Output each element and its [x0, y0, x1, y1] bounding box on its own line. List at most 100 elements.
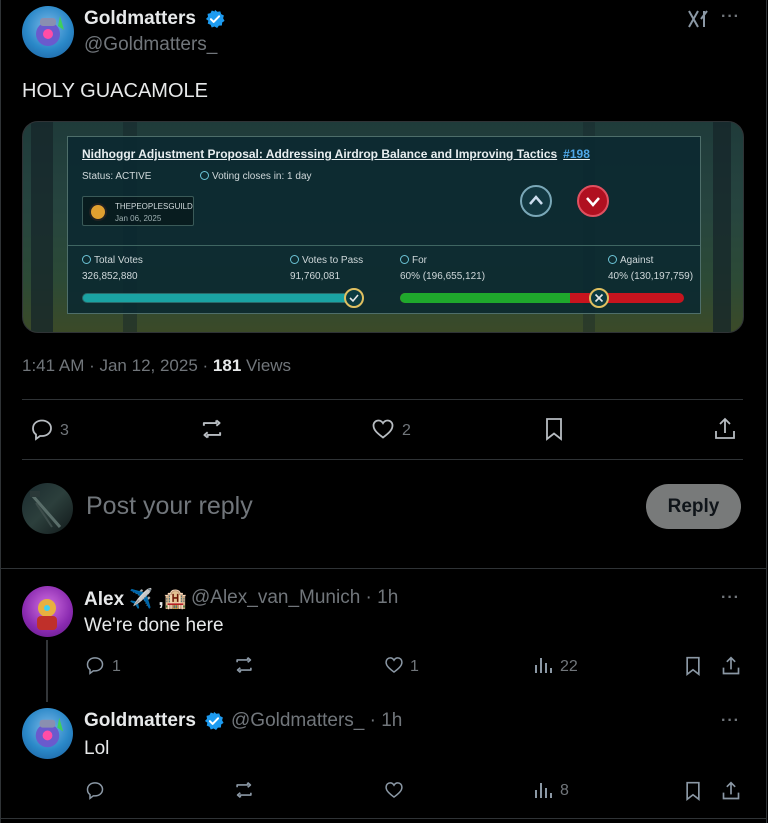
proposal-title[interactable]: Nidhoggr Adjustment Proposal: Addressing… — [82, 147, 590, 161]
chevron-up-icon — [529, 195, 543, 205]
verified-badge-icon — [205, 9, 225, 29]
post-timestamp[interactable]: 1:41 AM · Jan 12, 2025 · 181 Views — [22, 356, 291, 376]
avatar-character-icon — [35, 717, 64, 748]
share-icon[interactable] — [721, 655, 741, 677]
current-user-avatar[interactable] — [22, 483, 73, 534]
against-label: Against — [608, 255, 653, 266]
check-icon — [344, 288, 364, 308]
views-count: 8 — [560, 782, 569, 799]
total-votes-label-text: Total Votes — [94, 255, 143, 266]
verified-badge-icon — [204, 711, 224, 731]
repost-icon[interactable] — [232, 779, 256, 801]
author-handle[interactable]: @Goldmatters_ — [84, 34, 217, 56]
reply-author-handle[interactable]: @Goldmatters_ · 1h — [231, 710, 402, 732]
bottom-divider — [0, 818, 766, 819]
reply-text: We're done here — [84, 615, 224, 636]
like-icon[interactable] — [370, 417, 396, 441]
reply-icon[interactable] — [84, 780, 106, 800]
more-icon[interactable]: ··· — [721, 8, 740, 26]
reply-icon[interactable] — [29, 417, 55, 441]
for-label: For — [400, 255, 427, 266]
avatar-robot-icon — [37, 599, 57, 630]
like-icon[interactable] — [383, 780, 405, 800]
like-count: 2 — [402, 422, 411, 439]
info-icon — [200, 171, 209, 180]
reply-button[interactable]: Reply — [646, 484, 741, 529]
voting-closes: Voting closes in: 1 day — [200, 171, 312, 182]
like-icon[interactable] — [383, 655, 405, 675]
reply-author-handle-text[interactable]: @Goldmatters_ — [231, 710, 364, 731]
guild-badge: THEPEOPLESGUILD Jan 06, 2025 — [82, 196, 194, 226]
tree-decoration — [713, 122, 731, 332]
info-icon — [608, 255, 617, 264]
proposal-title-text[interactable]: Nidhoggr Adjustment Proposal: Addressing… — [82, 147, 557, 161]
views-icon[interactable] — [533, 780, 553, 800]
total-votes-value: 326,852,880 — [82, 271, 138, 282]
repost-icon[interactable] — [232, 654, 256, 676]
votes-to-pass-label-text: Votes to Pass — [302, 255, 364, 266]
bookmark-icon[interactable] — [683, 780, 703, 802]
reply-author-avatar[interactable] — [22, 708, 73, 759]
for-label-text: For — [412, 255, 427, 266]
divider — [22, 399, 743, 400]
info-icon — [400, 255, 409, 264]
right-border — [766, 0, 767, 823]
grok-icon[interactable] — [687, 9, 709, 29]
post-image-card[interactable]: Nidhoggr Adjustment Proposal: Addressing… — [22, 121, 744, 333]
views-count: 181 — [212, 356, 242, 375]
votes-progress-bar — [82, 293, 356, 303]
share-icon[interactable] — [721, 780, 741, 802]
like-count: 1 — [410, 658, 419, 675]
for-against-bar — [400, 293, 684, 303]
info-icon — [290, 255, 299, 264]
bookmark-icon[interactable] — [683, 655, 703, 677]
thread-line — [46, 640, 48, 702]
divider — [22, 459, 743, 460]
reply-count: 1 — [112, 658, 121, 675]
upvote-button[interactable] — [520, 185, 552, 217]
reply-author-name[interactable]: Goldmatters — [84, 710, 196, 732]
share-icon[interactable] — [713, 416, 737, 442]
for-fill — [400, 293, 571, 303]
against-value: 40% (130,197,759) — [608, 271, 694, 282]
downvote-button[interactable] — [577, 185, 609, 217]
tree-decoration — [31, 122, 53, 332]
more-icon[interactable]: ··· — [721, 712, 740, 730]
reply-author-name[interactable]: Alex ✈️ ,🏨 — [84, 587, 187, 611]
reply-input[interactable]: Post your reply — [86, 492, 253, 521]
proposal-status: Status: ACTIVE — [82, 171, 152, 182]
more-icon[interactable]: ··· — [721, 589, 740, 607]
proposal-number: #198 — [563, 147, 590, 161]
reply-text: Lol — [84, 738, 110, 759]
reply-time[interactable]: · 1h — [366, 587, 399, 608]
reply-author-handle[interactable]: @Alex_van_Munich · 1h — [191, 587, 398, 609]
reply-author-handle-text[interactable]: @Alex_van_Munich — [191, 587, 360, 608]
author-avatar[interactable] — [22, 6, 74, 58]
reply-icon[interactable] — [84, 655, 106, 675]
for-value: 60% (196,655,121) — [400, 271, 486, 282]
views-label: Views — [241, 356, 292, 375]
reply-time[interactable]: · 1h — [370, 710, 403, 731]
views-count: 22 — [560, 658, 578, 675]
voting-closes-text: Voting closes in: 1 day — [212, 171, 312, 182]
bookmark-icon[interactable] — [542, 416, 566, 442]
reply-author-avatar[interactable] — [22, 586, 73, 637]
chevron-down-icon — [586, 197, 600, 207]
repost-icon[interactable] — [198, 416, 226, 442]
panel-divider — [68, 245, 700, 246]
against-label-text: Against — [620, 255, 654, 266]
guild-logo-icon — [89, 203, 107, 221]
left-border — [0, 0, 1, 823]
guild-name: THEPEOPLESGUILD — [115, 202, 193, 211]
reply-count: 3 — [60, 422, 69, 439]
votes-to-pass-label: Votes to Pass — [290, 255, 363, 266]
author-name[interactable]: Goldmatters — [84, 8, 196, 30]
views-icon[interactable] — [533, 655, 553, 675]
section-divider — [0, 568, 766, 569]
post-time[interactable]: 1:41 AM · Jan 12, 2025 · — [22, 356, 213, 375]
x-mark-icon — [589, 288, 609, 308]
avatar-character-icon — [36, 16, 64, 46]
proposal-panel: Nidhoggr Adjustment Proposal: Addressing… — [67, 136, 701, 314]
guild-date: Jan 06, 2025 — [115, 214, 162, 223]
votes-to-pass-value: 91,760,081 — [290, 271, 341, 282]
